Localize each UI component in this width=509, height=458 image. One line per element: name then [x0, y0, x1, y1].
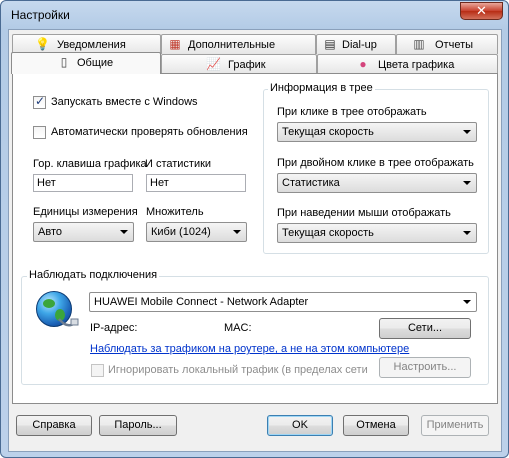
password-button[interactable]: Пароль... [99, 415, 177, 436]
tray-dblclick-dropdown[interactable]: Статистика [277, 173, 477, 193]
check-updates-label[interactable]: Автоматически проверять обновления [51, 126, 248, 138]
chevron-down-icon [233, 230, 241, 234]
hotkey-stats-label: И статистики [145, 158, 212, 170]
units-label: Единицы измерения [33, 206, 138, 218]
close-button[interactable]: ✕ [460, 2, 503, 20]
modem-icon: ▤ [324, 37, 336, 51]
chevron-down-icon [463, 130, 471, 134]
hotkey-stats-input[interactable]: Нет [146, 174, 246, 192]
network-cable-icon [58, 318, 79, 327]
networks-button[interactable]: Сети... [379, 318, 471, 339]
ok-button[interactable]: OK [267, 415, 333, 436]
general-icon: ▯ [60, 55, 68, 69]
autostart-label[interactable]: Запускать вместе с Windows [51, 96, 198, 108]
chevron-down-icon [463, 231, 471, 235]
window-title: Настройки [11, 8, 70, 22]
tray-hover-dropdown[interactable]: Текущая скорость [277, 223, 477, 243]
tray-group-title: Информация в трее [268, 82, 375, 94]
chevron-down-icon [463, 181, 471, 185]
router-traffic-link[interactable]: Наблюдать за трафиком на роутере, а не н… [90, 343, 409, 355]
hotkey-graph-label: Гор. клавиша графика [33, 158, 147, 170]
title-bar[interactable]: Настройки ✕ [1, 1, 508, 29]
calendar-icon: ▦ [169, 37, 181, 51]
multiplier-label: Множитель [146, 206, 204, 218]
adapter-dropdown[interactable]: HUAWEI Mobile Connect - Network Adapter [89, 292, 477, 312]
ignore-local-traffic-checkbox[interactable] [91, 364, 104, 377]
ip-address-label: IP-адрес: [90, 322, 138, 334]
tray-click-label: При клике в трее отображать [277, 106, 427, 118]
help-button[interactable]: Справка [16, 415, 92, 436]
tab-notifications[interactable]: 💡 Уведомления [12, 34, 161, 54]
dialog-client-area: 💡 Уведомления ▦ Дополнительные ▤ Dial-up… [8, 29, 502, 452]
multiplier-dropdown[interactable]: Киби (1024) [146, 222, 247, 242]
chart-icon: 📈 [206, 57, 221, 71]
tab-advanced[interactable]: ▦ Дополнительные [161, 34, 316, 54]
tray-click-dropdown[interactable]: Текущая скорость [277, 122, 477, 142]
chevron-down-icon [120, 230, 128, 234]
tab-graph[interactable]: 📈 График [161, 54, 317, 74]
close-icon: ✕ [476, 3, 487, 18]
hotkey-graph-input[interactable]: Нет [33, 174, 133, 192]
tab-general[interactable]: ▯ Общие [11, 52, 161, 74]
connection-group-title: Наблюдать подключения [27, 269, 160, 281]
report-icon: ▥ [413, 37, 425, 51]
autostart-checkbox[interactable] [33, 94, 46, 109]
tab-graph-colors[interactable]: ● Цвета графика [317, 54, 498, 74]
units-dropdown[interactable]: Авто [33, 222, 134, 242]
lightbulb-icon: 💡 [35, 37, 50, 51]
chevron-down-icon [463, 300, 471, 304]
tray-hover-label: При наведении мыши отображать [277, 207, 451, 219]
general-tab-panel: Запускать вместе с Windows Автоматически… [12, 73, 498, 404]
tab-dialup[interactable]: ▤ Dial-up [316, 34, 396, 54]
tab-reports[interactable]: ▥ Отчеты [396, 34, 498, 54]
ignore-local-traffic-label: Игнорировать локальный трафик (в предела… [108, 364, 368, 376]
tray-dblclick-label: При двойном клике в трее отображать [277, 157, 474, 169]
mac-label: MAC: [224, 322, 252, 334]
check-updates-checkbox[interactable] [33, 126, 46, 139]
configure-button[interactable]: Настроить... [379, 357, 471, 378]
settings-window: Настройки ✕ 💡 Уведомления ▦ Дополнительн… [0, 0, 509, 458]
palette-icon: ● [359, 57, 367, 71]
cancel-button[interactable]: Отмена [343, 415, 409, 436]
apply-button[interactable]: Применить [421, 415, 489, 436]
